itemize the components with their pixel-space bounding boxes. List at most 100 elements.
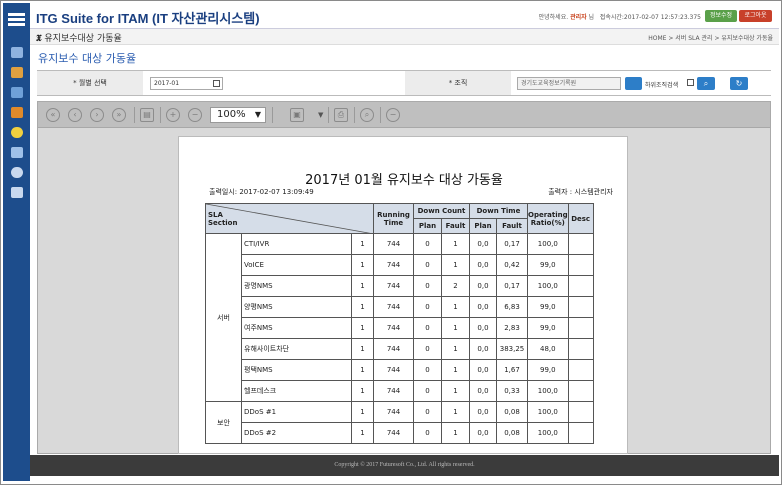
count-plan: 0 [413, 317, 442, 339]
table-row: VoICE 1 744 0 1 0,0 0,42 99,0 [206, 254, 594, 276]
time-plan: 0,0 [469, 359, 497, 381]
chat-icon[interactable] [11, 127, 23, 138]
sidebar [3, 3, 30, 481]
server-icon[interactable] [11, 47, 23, 58]
desc [567, 233, 594, 255]
time-fault: 6,83 [496, 296, 528, 318]
users-icon[interactable] [11, 147, 23, 158]
item-name: 유해사이트차단 [241, 338, 352, 360]
print-icon[interactable]: ⎙ [334, 108, 348, 122]
sla-section-header: SLA Section [205, 203, 374, 234]
table-row: 보안 DDoS #1 1 744 0 1 0,0 0,08 100,0 [205, 401, 594, 444]
printed-by: 출력자 : 시스템관리자 [548, 188, 613, 196]
table-row: 유해사이트차단 1 744 0 1 0,0 383,25 48,0 [206, 338, 594, 360]
month-label: * 월별 선택 [37, 71, 143, 95]
viewer-toolbar: « ‹ › » ▤ + − 100% ▼ ▣ ▼ ⎙ ⌕ − [38, 102, 770, 128]
operating-ratio: 99,0 [527, 317, 569, 339]
count-fault: 1 [441, 233, 470, 255]
page-title: 유지보수 대상 가동율 [38, 52, 137, 65]
desc [567, 317, 594, 339]
page-setup-icon[interactable]: ▤ [140, 108, 154, 122]
save-dropdown-icon[interactable]: ▼ [318, 111, 323, 119]
time-plan: 0,0 [469, 275, 497, 297]
table-row: 광명NMS 1 744 0 2 0,0 0,17 100,0 [206, 275, 594, 297]
time-plan: 0,0 [469, 233, 497, 255]
desc [567, 359, 594, 381]
item-count: 1 [351, 422, 374, 444]
item-name: 광명NMS [241, 275, 352, 297]
user-name: 관리자 [570, 14, 587, 21]
group-name: 보안 [205, 401, 242, 444]
org-input[interactable]: 경기도교육정보기록원 [517, 77, 621, 90]
user-suffix: 님 [588, 14, 595, 21]
count-fault: 2 [441, 275, 470, 297]
search-icon[interactable]: ⌕ [697, 77, 715, 90]
time-fault-header: Fault [496, 218, 528, 234]
desc [567, 401, 594, 423]
count-plan: 0 [413, 275, 442, 297]
gear-icon[interactable] [11, 167, 23, 178]
running-time: 744 [373, 254, 414, 276]
app-title: ITG Suite for ITAM (IT 자산관리시스템) [36, 11, 260, 26]
count-fault: 1 [441, 422, 470, 444]
first-page-icon[interactable]: « [46, 108, 60, 122]
table-row: 서버 CTI/IVR 1 744 0 1 0,0 0,17 100,0 [205, 233, 594, 402]
zoom-select[interactable]: 100% ▼ [210, 107, 266, 123]
chart-icon[interactable] [11, 107, 23, 118]
report-title: 2017년 01월 유지보수 대상 가동율 [305, 173, 503, 188]
desc [567, 254, 594, 276]
time-plan: 0,0 [469, 254, 497, 276]
desc [567, 380, 594, 402]
report-page: 2017년 01월 유지보수 대상 가동율 출력일시: 2017-02-07 1… [178, 136, 628, 454]
table-row: 평택NMS 1 744 0 1 0,0 1,67 99,0 [206, 359, 594, 381]
find-icon[interactable]: ⌕ [360, 108, 374, 122]
time-fault: 0,08 [496, 422, 528, 444]
operating-ratio: 100,0 [527, 275, 569, 297]
org-search-icon[interactable] [625, 77, 642, 90]
section-title: 𝖃 유지보수대상 가동율 [36, 34, 122, 44]
calendar-icon[interactable] [213, 80, 220, 87]
running-time: 744 [373, 296, 414, 318]
asset-icon[interactable] [11, 67, 23, 78]
item-count: 1 [351, 317, 374, 339]
time-plan: 0,0 [469, 401, 497, 423]
count-fault: 1 [441, 380, 470, 402]
app-window: ITG Suite for ITAM (IT 자산관리시스템) 안녕하세요. 관… [0, 0, 782, 485]
prev-page-icon[interactable]: ‹ [68, 108, 82, 122]
org-label: * 조직 [405, 71, 511, 95]
logout-button[interactable]: 로그아웃 [739, 10, 772, 22]
close-icon[interactable]: − [386, 108, 400, 122]
filter-bar: * 월별 선택 2017-01 * 조직 경기도교육정보기록원 하위조직검색 ⌕… [37, 70, 771, 96]
hamburger-menu-icon[interactable] [8, 13, 25, 27]
item-count: 1 [351, 296, 374, 318]
time-fault: 0,33 [496, 380, 528, 402]
tools-icon[interactable] [11, 187, 23, 198]
calendar-icon[interactable] [11, 87, 23, 98]
running-time: 744 [373, 422, 414, 444]
item-count: 1 [351, 275, 374, 297]
sla-label: SLA [208, 210, 223, 219]
count-plan-header: Plan [413, 218, 442, 234]
sub-org-label: 하위조직검색 [645, 82, 679, 89]
time-plan: 0,0 [469, 422, 497, 444]
time-plan: 0,0 [469, 338, 497, 360]
zoom-out-icon[interactable]: − [188, 108, 202, 122]
next-page-icon[interactable]: › [90, 108, 104, 122]
login-time: 접속시간:2017-02-07 12:57:23.375 [599, 14, 701, 21]
sub-org-checkbox[interactable] [687, 79, 694, 86]
table-row: 헬프데스크 1 744 0 1 0,0 0,33 100,0 [206, 380, 594, 402]
zoom-in-icon[interactable]: + [166, 108, 180, 122]
save-icon[interactable]: ▣ [290, 108, 304, 122]
item-name: 평택NMS [241, 359, 352, 381]
operating-ratio: 100,0 [527, 380, 569, 402]
breadcrumb-bar: 𝖃 유지보수대상 가동율 HOME > 서버 SLA 관리 > 유지보수대상 가… [30, 29, 779, 45]
count-plan: 0 [413, 296, 442, 318]
operating-ratio: 99,0 [527, 359, 569, 381]
table-row: 여주NMS 1 744 0 1 0,0 2,83 99,0 [206, 317, 594, 339]
refresh-icon[interactable]: ↻ [730, 77, 748, 90]
last-page-icon[interactable]: » [112, 108, 126, 122]
running-time: 744 [373, 359, 414, 381]
edit-info-button[interactable]: 정보수정 [705, 10, 737, 22]
count-fault-header: Fault [441, 218, 470, 234]
item-count: 1 [351, 254, 374, 276]
